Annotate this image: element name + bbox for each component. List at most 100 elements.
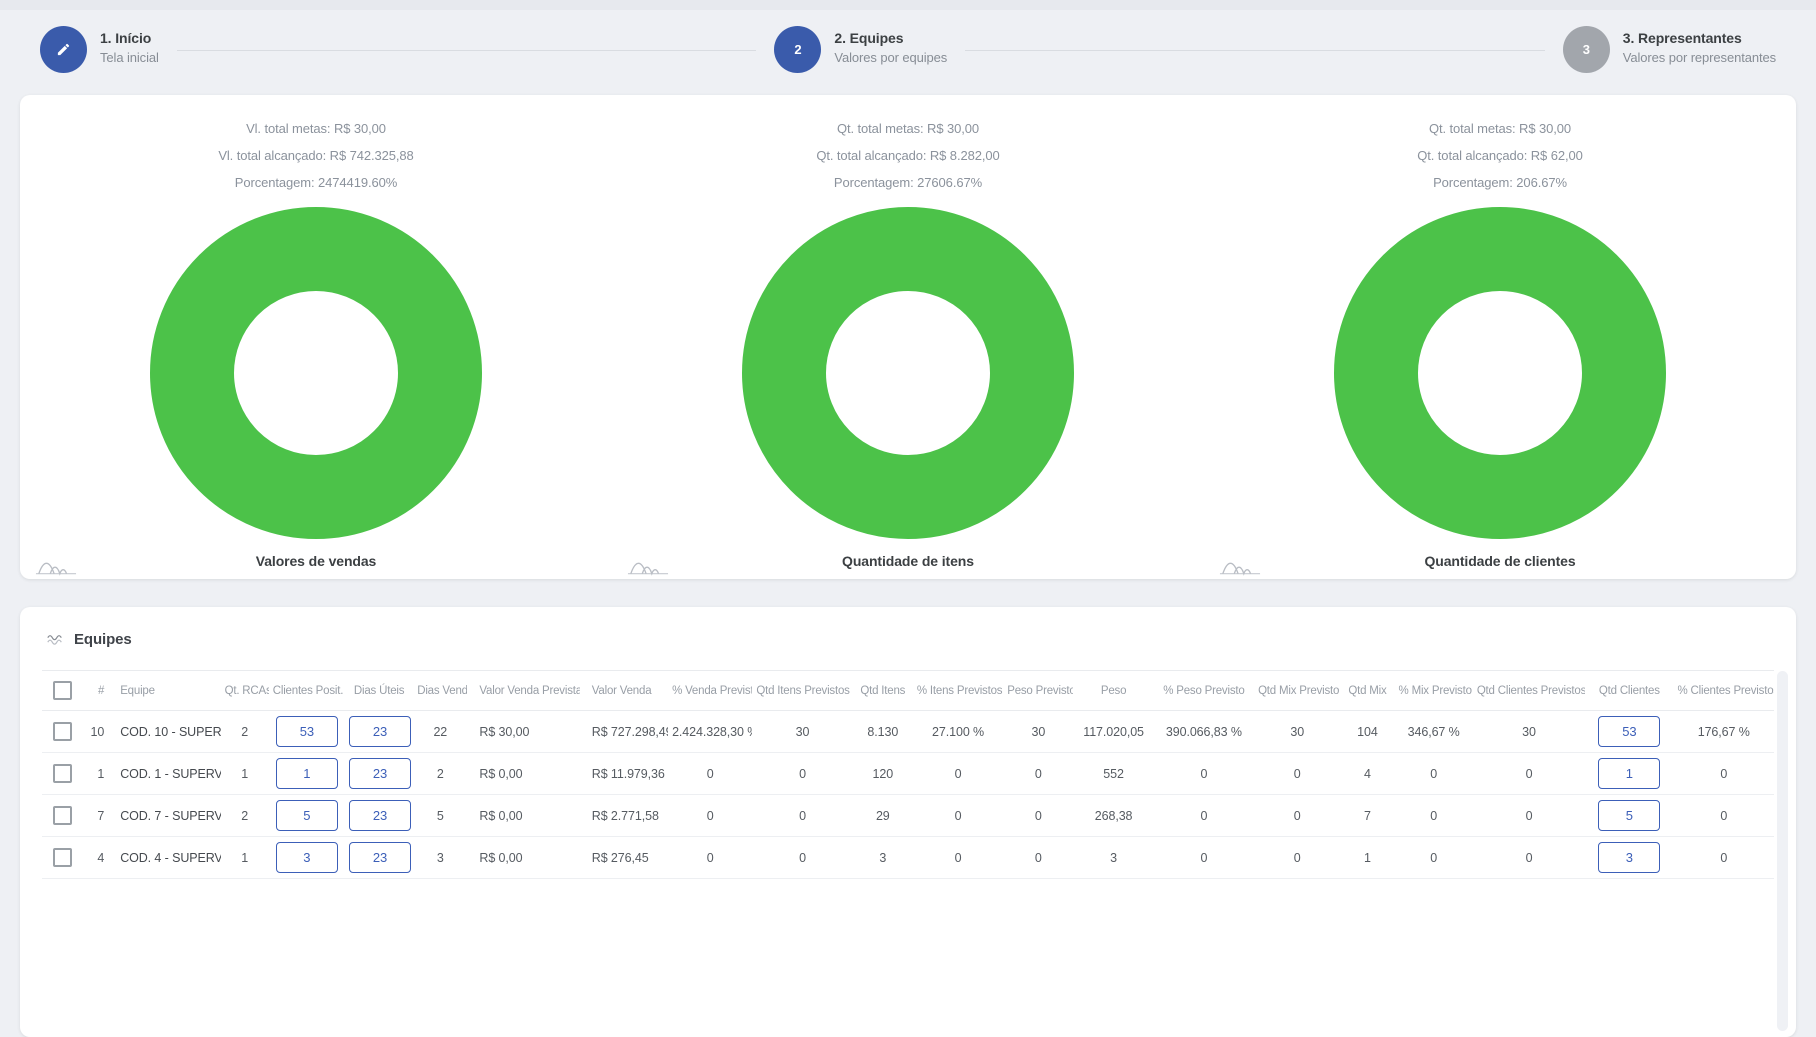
top-edge-strip (0, 0, 1816, 10)
cell-: 4 (82, 837, 108, 879)
row-checkbox[interactable] (53, 722, 72, 741)
cell-valor-venda-prevista: R$ 0,00 (467, 795, 579, 837)
row-checkbox[interactable] (53, 848, 72, 867)
chart-stat-line: Porcentagem: 206.67% (1204, 169, 1796, 196)
chart-section-valores-de-vendas: Vl. total metas: R$ 30,00Vl. total alcan… (20, 95, 612, 579)
cell-pct-venda-prevista: 2.424.328,30 % (668, 711, 752, 753)
chart-section-quantidade-de-itens: Qt. total metas: R$ 30,00Qt. total alcan… (612, 95, 1204, 579)
cell-pct-itens-previstos: 0 (913, 837, 1003, 879)
dias-uteis-button[interactable]: 23 (349, 842, 411, 873)
cell-pct-venda-prevista: 0 (668, 795, 752, 837)
cell-qtd-itens: 29 (853, 795, 913, 837)
chart-title: Quantidade de itens (612, 553, 1204, 569)
table-row: 10COD. 10 - SUPERVISOR2532322R$ 30,00R$ … (42, 711, 1774, 753)
stepper-connector (177, 50, 757, 51)
cell-valor-venda: R$ 11.979,36 (580, 753, 668, 795)
cell-equipe: COD. 4 - SUPERVISOR (108, 837, 220, 879)
table-scrollbar[interactable] (1777, 671, 1788, 1031)
dias-uteis-button[interactable]: 23 (349, 758, 411, 789)
table-row: 1COD. 1 - SUPERVISOR11232R$ 0,00R$ 11.97… (42, 753, 1774, 795)
cell-qtd-mix-previsto: 0 (1254, 753, 1340, 795)
cell-peso-previsto: 0 (1003, 795, 1073, 837)
cell-dias-uteis: 23 (345, 711, 413, 753)
dias-uteis-button[interactable]: 23 (349, 800, 411, 831)
col-header-qtd-mix-previsto: Qtd Mix Previsto (1254, 671, 1340, 711)
col-header-qtd-itens-previstos: Qtd Itens Previstos (752, 671, 852, 711)
cell-dias-venda: 2 (413, 753, 467, 795)
cell-dias-venda: 22 (413, 711, 467, 753)
chart-title: Quantidade de clientes (1204, 553, 1796, 569)
col-header-select-all (42, 671, 82, 711)
cell-pct-peso-previsto: 0 (1154, 795, 1254, 837)
cell-clientes-posit: 1 (269, 753, 345, 795)
clientes-posit-button[interactable]: 1 (276, 758, 338, 789)
step-title: 1. Início (100, 30, 159, 46)
step-title: 3. Representantes (1623, 30, 1776, 46)
cell-equipe: COD. 10 - SUPERVISOR (108, 711, 220, 753)
col-header-peso: Peso (1073, 671, 1153, 711)
cell-qtd-mix: 7 (1340, 795, 1394, 837)
clientes-posit-button[interactable]: 5 (276, 800, 338, 831)
equipes-section-title: Equipes (74, 631, 132, 648)
cell-pct-clientes-previstos: 0 (1673, 837, 1774, 879)
stepper-step-representantes[interactable]: 33. RepresentantesValores por representa… (1563, 26, 1776, 73)
step-number-badge: 3 (1563, 26, 1610, 73)
step-subtitle: Tela inicial (100, 50, 159, 65)
col-header-pct-itens-previstos: % Itens Previstos (913, 671, 1003, 711)
donut-chart-valores-de-vendas (150, 207, 482, 539)
clientes-posit-button[interactable]: 53 (276, 716, 338, 747)
cell-pct-venda-prevista: 0 (668, 837, 752, 879)
cell-valor-venda: R$ 276,45 (580, 837, 668, 879)
cell-dias-uteis: 23 (345, 837, 413, 879)
row-checkbox[interactable] (53, 806, 72, 825)
cell-qtd-itens: 120 (853, 753, 913, 795)
row-checkbox[interactable] (53, 764, 72, 783)
equipes-card: Equipes #EquipeQt. RCAsClientes Posit.Di… (20, 607, 1796, 1037)
chart-stat-line: Qt. total metas: R$ 30,00 (612, 115, 1204, 142)
pencil-icon (40, 26, 87, 73)
cell-valor-venda-prevista: R$ 0,00 (467, 837, 579, 879)
cell-qtd-mix: 1 (1340, 837, 1394, 879)
dias-uteis-button[interactable]: 23 (349, 716, 411, 747)
cell-qtd-clientes-previstos: 0 (1473, 837, 1585, 879)
cell-peso: 117.020,05 (1073, 711, 1153, 753)
qtd-clientes-button[interactable]: 1 (1598, 758, 1660, 789)
col-header-pct-venda-prevista: % Venda Prevista (668, 671, 752, 711)
col-header-qtd-clientes: Qtd Clientes (1585, 671, 1673, 711)
cell-peso-previsto: 0 (1003, 837, 1073, 879)
table-row: 7COD. 7 - SUPERVISOR25235R$ 0,00R$ 2.771… (42, 795, 1774, 837)
stepper-step-inicio[interactable]: 1. Início Tela inicial (40, 26, 159, 73)
cell-peso: 552 (1073, 753, 1153, 795)
cell-dias-uteis: 23 (345, 795, 413, 837)
bell-curve-icon (1218, 556, 1262, 577)
col-header-qt-rcas: Qt. RCAs (221, 671, 269, 711)
clientes-posit-button[interactable]: 3 (276, 842, 338, 873)
cell-peso-previsto: 30 (1003, 711, 1073, 753)
cell-: 7 (82, 795, 108, 837)
qtd-clientes-button[interactable]: 5 (1598, 800, 1660, 831)
qtd-clientes-button[interactable]: 3 (1598, 842, 1660, 873)
waves-icon (46, 633, 64, 646)
cell-qtd-mix: 104 (1340, 711, 1394, 753)
cell-qtd-clientes-previstos: 30 (1473, 711, 1585, 753)
step-text: 1. Início Tela inicial (100, 26, 159, 73)
cell-: 10 (82, 711, 108, 753)
qtd-clientes-button[interactable]: 53 (1598, 716, 1660, 747)
equipes-section-header: Equipes (42, 607, 1774, 670)
chart-stats: Vl. total metas: R$ 30,00Vl. total alcan… (20, 115, 612, 196)
stepper-connector (965, 50, 1545, 51)
cell-peso: 3 (1073, 837, 1153, 879)
cell-qtd-mix-previsto: 0 (1254, 837, 1340, 879)
cell-select (42, 837, 82, 879)
step-title: 2. Equipes (834, 30, 947, 46)
stepper-step-equipes[interactable]: 22. EquipesValores por equipes (774, 26, 947, 73)
cell-qtd-clientes: 1 (1585, 753, 1673, 795)
col-header-qtd-itens: Qtd Itens (853, 671, 913, 711)
cell-qtd-clientes: 5 (1585, 795, 1673, 837)
cell-select (42, 711, 82, 753)
cell-clientes-posit: 3 (269, 837, 345, 879)
cell-qtd-clientes: 3 (1585, 837, 1673, 879)
stepper: 1. Início Tela inicial 22. EquipesValores … (0, 10, 1816, 73)
select-all-checkbox[interactable] (53, 681, 72, 700)
col-header-clientes-posit: Clientes Posit. (269, 671, 345, 711)
